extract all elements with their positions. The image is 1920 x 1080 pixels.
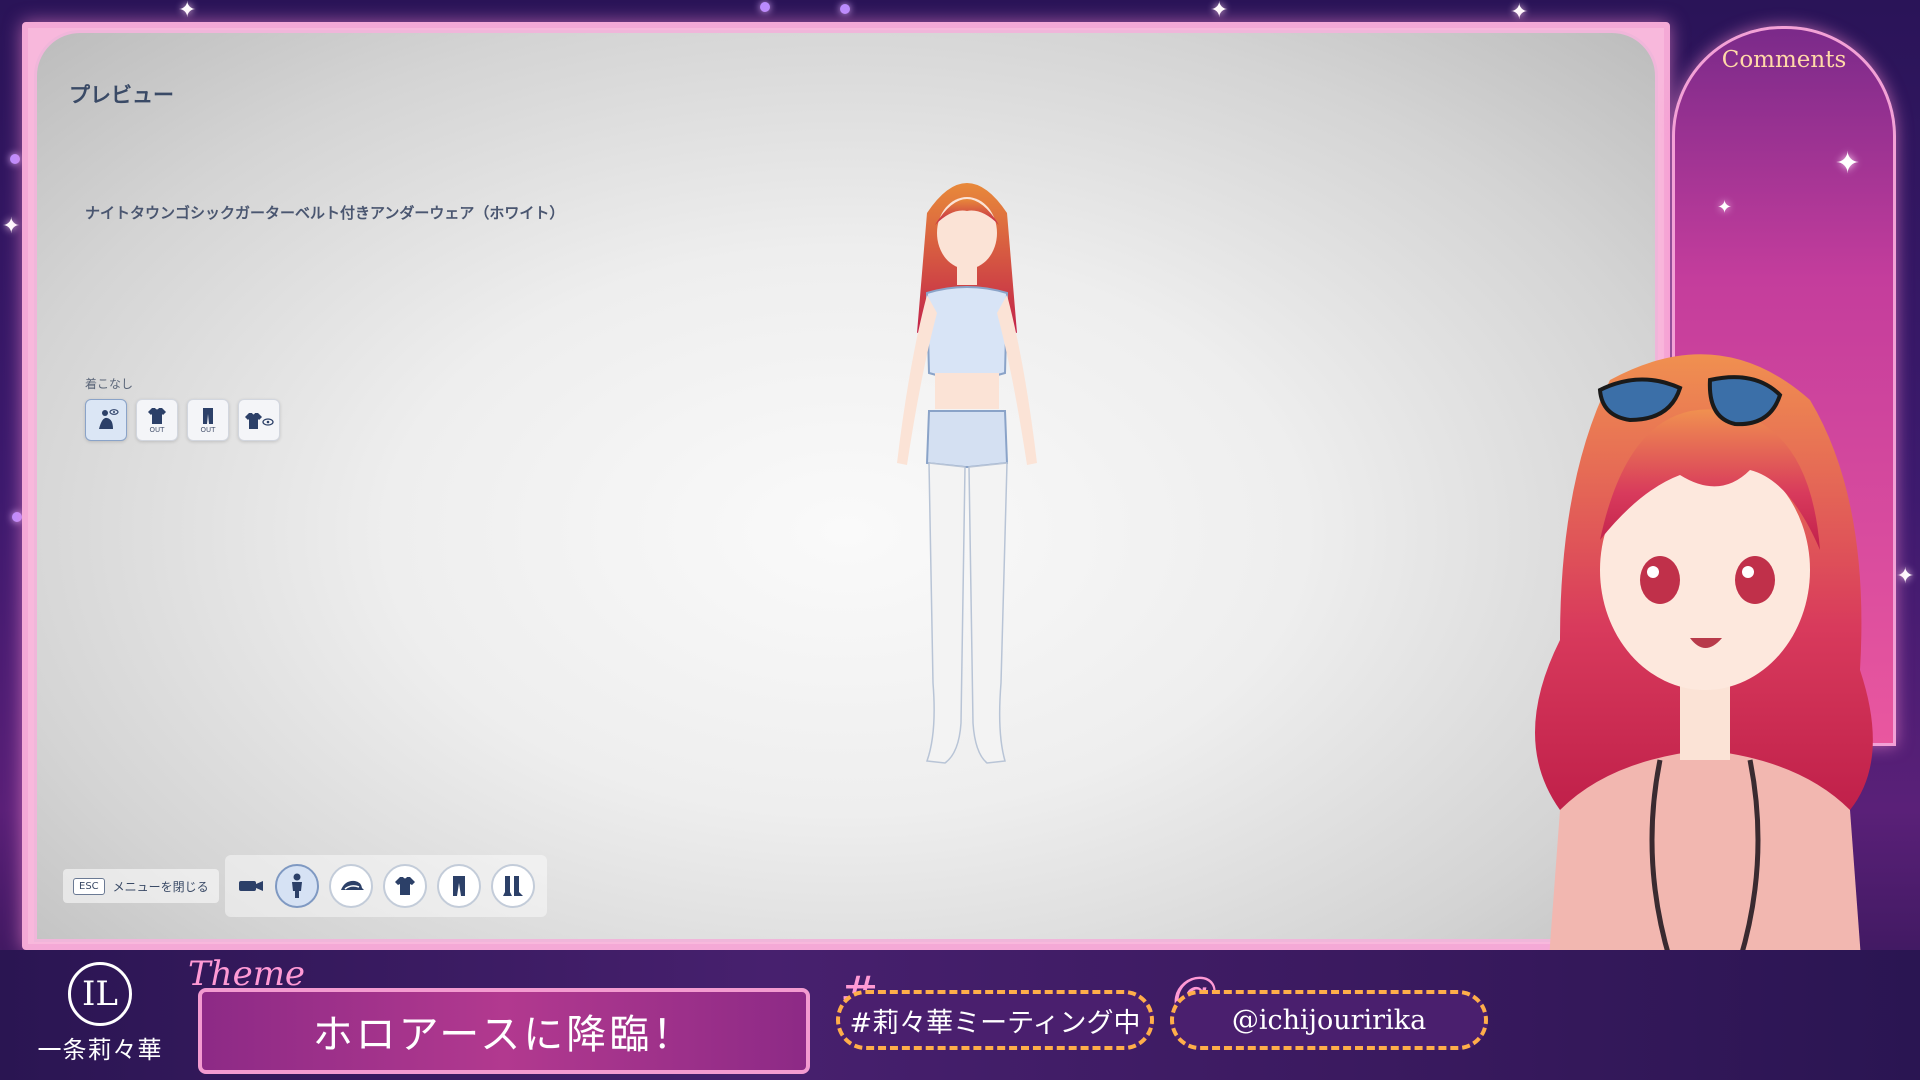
page-title: プレビュー <box>69 83 174 107</box>
sparkle-icon: ✦ <box>1835 146 1861 181</box>
channel-logo: IL 一条莉々華 <box>30 962 170 1072</box>
dot-decoration <box>760 2 770 12</box>
shirt-eye-icon <box>245 413 274 429</box>
pants-out-button[interactable]: OUT <box>187 399 229 441</box>
item-name: ナイトタウンゴシックガーターベルト付きアンダーウェア（ホワイト） <box>85 204 565 222</box>
shirt-out-icon <box>148 408 166 424</box>
theme-text: ホロアースに降臨！ <box>198 988 810 1074</box>
sparkle-icon: ✦ <box>1510 0 1529 25</box>
category-hat-button[interactable] <box>328 864 373 908</box>
pants-out-label: OUT <box>200 426 216 434</box>
character-preview[interactable] <box>857 163 1077 863</box>
shirt-eye-button[interactable] <box>238 399 280 441</box>
dot-decoration <box>10 154 20 164</box>
category-top-button[interactable] <box>382 864 427 908</box>
hat-icon <box>340 880 364 890</box>
bottom-icon <box>452 876 465 896</box>
shirt-out-label: OUT <box>149 426 165 434</box>
body-eye-button[interactable] <box>85 399 127 441</box>
sparkle-icon: ✦ <box>2 214 21 239</box>
dot-decoration <box>12 512 22 522</box>
pants-out-icon <box>203 408 213 424</box>
wear-section-label: 着こなし <box>85 377 134 391</box>
close-menu-button[interactable]: ESC メニューを閉じる <box>63 869 219 903</box>
wear-button-group: OUT OUT <box>85 399 280 441</box>
esc-key-icon: ESC <box>73 877 105 895</box>
logo-icon: IL <box>68 962 132 1026</box>
sparkle-icon: ✦ <box>178 0 197 23</box>
category-body-button[interactable] <box>274 864 319 908</box>
channel-name: 一条莉々華 <box>37 1036 163 1064</box>
sparkle-icon: ✦ <box>1210 0 1229 23</box>
hashtag-box: #莉々華ミーティング中 <box>836 990 1154 1050</box>
bottom-toolbar: ESC メニューを閉じる <box>63 855 547 917</box>
game-viewport: プレビュー ナイトタウンゴシックガーターベルト付きアンダーウェア（ホワイト） 着… <box>34 30 1658 942</box>
close-menu-label: メニューを閉じる <box>112 879 209 894</box>
camera-icon[interactable] <box>237 872 265 900</box>
boots-icon <box>502 876 523 896</box>
dot-decoration <box>840 4 850 14</box>
top-icon <box>394 877 415 895</box>
category-bottom-button[interactable] <box>436 864 481 908</box>
category-boots-button[interactable] <box>490 864 535 908</box>
shirt-out-button[interactable]: OUT <box>136 399 178 441</box>
comments-title: Comments <box>1721 47 1847 73</box>
body-eye-icon <box>99 409 119 429</box>
stream-banner: IL 一条莉々華 Theme ホロアースに降臨！ # #莉々華ミーティング中 @… <box>0 950 1920 1080</box>
handle-box: @ichijouririka <box>1170 990 1488 1050</box>
sparkle-icon: ✦ <box>1717 197 1733 218</box>
category-bar <box>224 855 547 917</box>
body-icon <box>291 873 302 898</box>
